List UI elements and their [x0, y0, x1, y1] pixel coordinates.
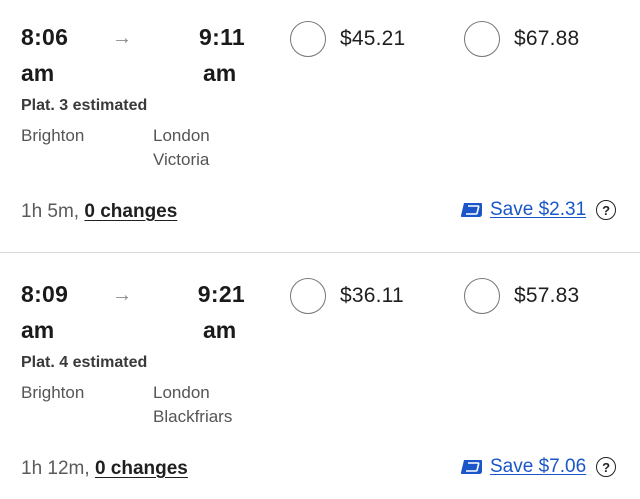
arrow-right-icon: → [112, 27, 132, 49]
fare-radio[interactable] [464, 278, 500, 314]
destination-station: London Blackfriars [153, 381, 263, 429]
destination-line-2: Blackfriars [153, 407, 233, 426]
platform-info: Plat. 4 estimated [21, 354, 148, 371]
fare-price: $57.83 [514, 284, 580, 307]
divider [0, 252, 640, 253]
journey-duration: 1h 12m, 0 changes [21, 456, 188, 482]
fare-price: $36.11 [340, 284, 404, 307]
duration-text: 1h 12m, [21, 458, 90, 479]
destination-line-1: London [153, 383, 210, 402]
origin-station: Brighton [21, 383, 85, 402]
fare-radio[interactable] [290, 278, 326, 314]
destination-line-1: London [153, 126, 210, 145]
fare-price: $67.88 [514, 27, 580, 50]
arrival-ampm: am [203, 60, 237, 86]
help-icon[interactable]: ? [596, 457, 617, 477]
departure-time: 8:06 [21, 24, 69, 50]
departure-time: 8:09 [21, 281, 69, 307]
duration-text: 1h 5m, [21, 201, 80, 222]
platform-info: Plat. 3 estimated [21, 97, 148, 114]
arrow-right-icon: → [112, 284, 132, 306]
fare-radio[interactable] [290, 21, 326, 57]
save-link[interactable]: Save $7.06 [490, 456, 586, 478]
destination-station: London Victoria [153, 124, 263, 172]
destination-line-2: Victoria [153, 150, 210, 169]
arrival-time: 9:11 [199, 24, 245, 50]
save-offer: Save $7.06 ? [459, 454, 617, 480]
origin-station: Brighton [21, 126, 85, 145]
changes-link[interactable]: 0 changes [84, 201, 177, 222]
discount-tag-icon [459, 458, 483, 476]
discount-tag-icon [459, 201, 483, 219]
save-link[interactable]: Save $2.31 [490, 199, 586, 221]
help-icon[interactable]: ? [596, 200, 617, 220]
departure-ampm: am [21, 317, 55, 343]
changes-link[interactable]: 0 changes [95, 458, 188, 479]
departure-ampm: am [21, 60, 55, 86]
fare-option-first[interactable]: $67.88 [464, 20, 579, 58]
arrival-time: 9:21 [197, 281, 245, 307]
save-offer: Save $2.31 ? [459, 197, 617, 223]
fare-option-standard[interactable]: $45.21 [290, 20, 405, 58]
journey-card[interactable]: 8:09 → 9:21 am am Plat. 4 estimated Brig… [0, 257, 640, 499]
fare-radio[interactable] [464, 21, 500, 57]
fare-option-first[interactable]: $57.83 [464, 277, 579, 315]
journey-card[interactable]: 8:06 → 9:11 am am Plat. 3 estimated Brig… [0, 0, 640, 250]
journey-duration: 1h 5m, 0 changes [21, 199, 177, 225]
fare-option-standard[interactable]: $36.11 [290, 277, 404, 315]
arrival-ampm: am [203, 317, 237, 343]
fare-price: $45.21 [340, 27, 406, 50]
